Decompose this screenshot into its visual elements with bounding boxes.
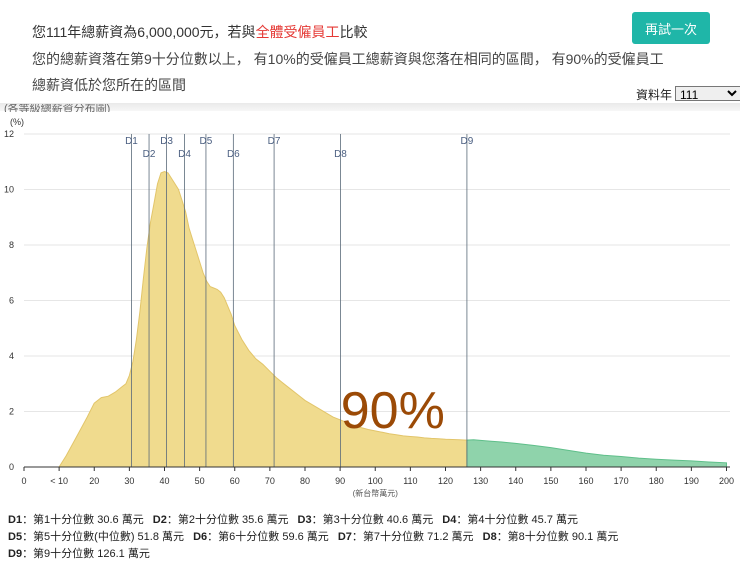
x-tick-label: 20 — [89, 476, 99, 486]
legend-text: ：第3十分位數 40.6 萬元 — [311, 514, 434, 526]
x-axis-label: (新台幣萬元) — [353, 488, 399, 498]
x-tick-label: 50 — [195, 476, 205, 486]
legend-key: D2 — [152, 514, 167, 526]
grid-lines — [24, 133, 730, 412]
x-tick-label: 90 — [335, 476, 345, 486]
x-tick-label: 150 — [543, 476, 558, 486]
legend-key: D9 — [8, 548, 23, 560]
result-panel: 您111年總薪資為6,000,000元，若與全體受僱員工比較 您的總薪資落在第9… — [0, 0, 740, 111]
retry-button[interactable]: 再試一次 — [632, 12, 710, 44]
legend-item-d1: D1：第1十分位數 30.6 萬元 — [8, 514, 144, 526]
x-tick-label: 70 — [265, 476, 275, 486]
summary-prefix: 您111年總薪資為6,000,000元，若與 — [32, 24, 256, 40]
x-tick-label: 30 — [124, 476, 134, 486]
result-detail-line2: 總薪資低於您所在的區間 — [32, 77, 186, 93]
legend-key: D4 — [442, 514, 457, 526]
y-tick-label: 4 — [9, 351, 14, 361]
y-tick-label: 2 — [9, 407, 14, 417]
year-label: 資料年 — [636, 88, 673, 102]
decile-label-d8: D8 — [334, 149, 347, 160]
legend-text: ：第7十分位數 71.2 萬元 — [351, 531, 474, 543]
y-tick-label: 8 — [9, 240, 14, 250]
legend-text: ：第8十分位數 90.1 萬元 — [496, 531, 619, 543]
decile-label-d1: D1 — [125, 136, 138, 147]
legend-key: D1 — [8, 514, 23, 526]
chart-title-cutoff: (各等級總薪資分布圖) — [4, 104, 111, 112]
comparison-group: 全體受僱員工 — [255, 24, 340, 40]
legend-item-d4: D4：第4十分位數 45.7 萬元 — [442, 514, 578, 526]
salary-distribution-chart: D1D2D3D4D5D6D7D8D9 0246810120 < 10 20 30 40 5… — [4, 117, 734, 498]
legend-text: ：第2十分位數 35.6 萬元 — [166, 514, 289, 526]
x-tick-label: 40 — [159, 476, 169, 486]
y-tick-label: 10 — [4, 185, 14, 195]
legend-key: D6 — [193, 531, 208, 543]
x-tick-label: 190 — [684, 476, 699, 486]
legend-text: ：第4十分位數 45.7 萬元 — [456, 514, 578, 526]
legend-item-d9: D9：第9十分位數 126.1 萬元 — [8, 548, 150, 560]
y-tick-label: 0 — [9, 462, 14, 472]
year-selector: 資料年 111 — [636, 86, 740, 103]
legend-item-d6: D6：第6十分位數 59.6 萬元 — [193, 531, 329, 543]
decile-label-d3: D3 — [160, 136, 173, 147]
legend-key: D3 — [297, 514, 312, 526]
legend-key: D8 — [482, 531, 497, 543]
legend-item-d2: D2：第2十分位數 35.6 萬元 — [153, 514, 289, 526]
legend-text: ：第5十分位數(中位數) 51.8 萬元 — [22, 531, 185, 543]
x-tick-label: 200 — [719, 476, 734, 486]
decile-legend: D1：第1十分位數 30.6 萬元 D2：第2十分位數 35.6 萬元 D3：第… — [8, 512, 738, 563]
legend-item-d8: D8：第8十分位數 90.1 萬元 — [483, 531, 619, 543]
result-summary: 您111年總薪資為6,000,000元，若與全體受僱員工比較 — [32, 22, 368, 42]
x-tick-label: 140 — [508, 476, 523, 486]
decile-label-d5: D5 — [200, 136, 213, 147]
x-tick-label: 60 — [230, 476, 240, 486]
x-tick-label: 160 — [578, 476, 593, 486]
legend-item-d5: D5：第5十分位數(中位數) 51.8 萬元 — [8, 531, 184, 543]
x-tick-label: 170 — [614, 476, 629, 486]
x-tick-label: 0 — [21, 476, 26, 486]
y-tick-label: 12 — [4, 129, 14, 139]
legend-item-d7: D7：第7十分位數 71.2 萬元 — [338, 531, 474, 543]
x-tick-label: 180 — [649, 476, 664, 486]
decile-label-d7: D7 — [268, 136, 281, 147]
x-tick-label: 130 — [473, 476, 488, 486]
year-select[interactable]: 111 — [675, 86, 740, 101]
area-above-split — [466, 439, 728, 468]
decile-label-d9: D9 — [461, 136, 474, 147]
x-tick-label: 80 — [300, 476, 310, 486]
legend-text: ：第1十分位數 30.6 萬元 — [22, 514, 144, 526]
result-detail-line1: 您的總薪資落在第9十分位數以上， 有10%的受僱員工總薪資與您落在相同的區間， … — [32, 51, 664, 67]
summary-suffix: 比較 — [339, 24, 368, 40]
decile-label-d2: D2 — [143, 149, 156, 160]
decile-label-d6: D6 — [227, 149, 240, 160]
legend-item-d3: D3：第3十分位數 40.6 萬元 — [298, 514, 434, 526]
percent-label: 90% — [341, 382, 445, 440]
legend-text: ：第9十分位數 126.1 萬元 — [22, 548, 150, 560]
x-tick-label: < 10 — [50, 476, 68, 486]
y-tick-label: 6 — [9, 296, 14, 306]
legend-key: D5 — [8, 531, 23, 543]
decile-label-d4: D4 — [178, 149, 191, 160]
y-axis-label: (%) — [10, 117, 24, 127]
x-tick-label: 110 — [403, 476, 417, 486]
legend-text: ：第6十分位數 59.6 萬元 — [207, 531, 329, 543]
legend-key: D7 — [337, 531, 352, 543]
x-tick-label: 100 — [368, 476, 383, 486]
x-tick-label: 120 — [438, 476, 453, 486]
